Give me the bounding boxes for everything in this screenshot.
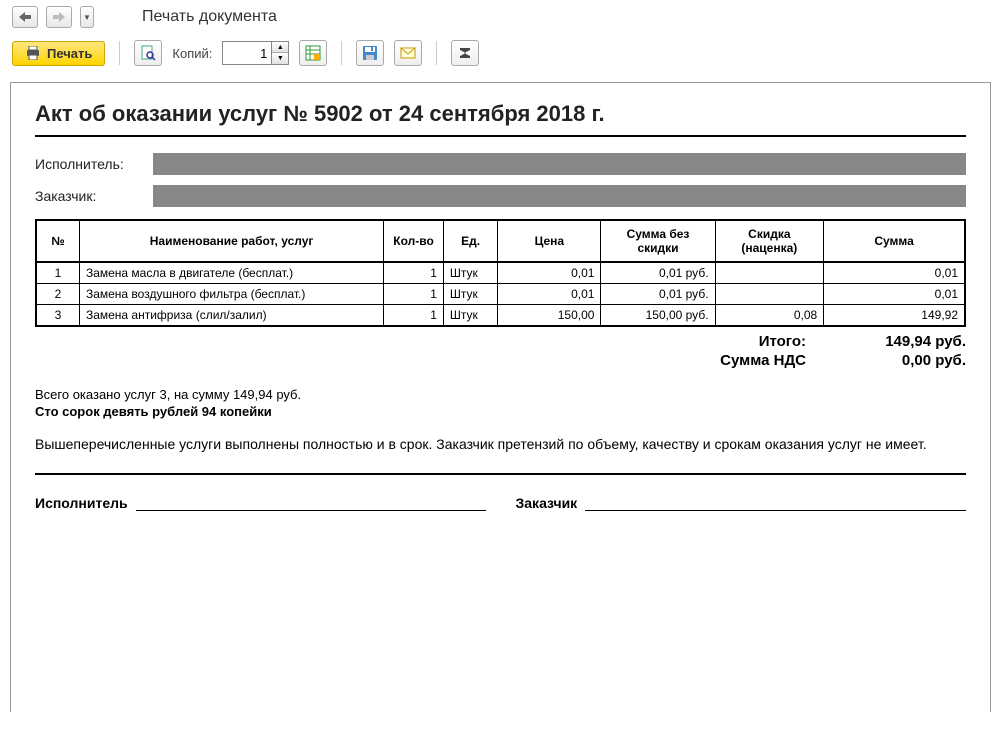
- executor-row: Исполнитель:: [35, 153, 966, 175]
- arrow-right-icon: [53, 12, 65, 22]
- envelope-icon: [400, 46, 416, 60]
- cell-name: Замена антифриза (слил/залил): [79, 305, 383, 327]
- document-area: Акт об оказании услуг № 5902 от 24 сентя…: [10, 82, 991, 712]
- customer-sig-line: [585, 493, 966, 511]
- summary-block: Всего оказано услуг 3, на сумму 149,94 р…: [35, 387, 966, 419]
- cell-num: 2: [36, 284, 79, 305]
- cell-name: Замена воздушного фильтра (бесплат.): [79, 284, 383, 305]
- customer-label: Заказчик:: [35, 188, 145, 204]
- cell-price: 0,01: [498, 284, 601, 305]
- cell-qty: 1: [384, 262, 444, 284]
- table-row: 1Замена масла в двигателе (бесплат.)1Шту…: [36, 262, 965, 284]
- cell-discount: 0,08: [715, 305, 824, 327]
- cell-discount: [715, 284, 824, 305]
- top-bar: ▼ Печать документа: [0, 0, 1001, 34]
- executor-sig-label: Исполнитель: [35, 495, 128, 511]
- cell-num: 1: [36, 262, 79, 284]
- toolbar: Печать Копий: ▲ ▼: [0, 34, 1001, 72]
- total-value: 149,94 руб.: [846, 333, 966, 350]
- sum-button[interactable]: [451, 40, 479, 66]
- cell-discount: [715, 262, 824, 284]
- cell-sum: 149,92: [824, 305, 965, 327]
- table-row: 3Замена антифриза (слил/залил)1Штук150,0…: [36, 305, 965, 327]
- separator: [341, 41, 342, 65]
- header-name: Наименование работ, услуг: [79, 220, 383, 262]
- header-num: №: [36, 220, 79, 262]
- cell-qty: 1: [384, 284, 444, 305]
- copies-spinner-down[interactable]: ▼: [272, 53, 288, 64]
- window-title: Печать документа: [142, 8, 277, 26]
- title-rule: [35, 135, 966, 137]
- nav-forward-button[interactable]: [46, 6, 72, 28]
- send-email-button[interactable]: [394, 40, 422, 66]
- print-button[interactable]: Печать: [12, 41, 105, 66]
- preview-button[interactable]: [134, 40, 162, 66]
- customer-signature: Заказчик: [516, 493, 967, 511]
- cell-price: 150,00: [498, 305, 601, 327]
- cell-unit: Штук: [443, 284, 497, 305]
- header-discount: Скидка (наценка): [715, 220, 824, 262]
- copies-spinner-up[interactable]: ▲: [272, 42, 288, 53]
- grid-edit-icon: [305, 45, 321, 61]
- save-button[interactable]: [356, 40, 384, 66]
- print-button-label: Печать: [47, 46, 92, 61]
- document-title: Акт об оказании услуг № 5902 от 24 сентя…: [35, 101, 966, 127]
- cell-qty: 1: [384, 305, 444, 327]
- executor-label: Исполнитель:: [35, 156, 145, 172]
- signature-rule: [35, 473, 966, 475]
- header-sum: Сумма: [824, 220, 965, 262]
- cell-unit: Штук: [443, 305, 497, 327]
- separator: [119, 41, 120, 65]
- cell-num: 3: [36, 305, 79, 327]
- nav-back-button[interactable]: [12, 6, 38, 28]
- cell-sum_no_discount: 0,01 руб.: [601, 284, 715, 305]
- separator: [436, 41, 437, 65]
- cell-unit: Штук: [443, 262, 497, 284]
- customer-field: [153, 185, 966, 207]
- summary-line1: Всего оказано услуг 3, на сумму 149,94 р…: [35, 387, 966, 402]
- copies-spinner: ▲ ▼: [272, 41, 289, 65]
- signatures-block: Исполнитель Заказчик: [35, 493, 966, 511]
- header-unit: Ед.: [443, 220, 497, 262]
- header-price: Цена: [498, 220, 601, 262]
- sigma-icon: [458, 46, 472, 60]
- floppy-icon: [362, 45, 378, 61]
- cell-price: 0,01: [498, 262, 601, 284]
- table-header-row: № Наименование работ, услуг Кол-во Ед. Ц…: [36, 220, 965, 262]
- cell-sum: 0,01: [824, 262, 965, 284]
- customer-sig-label: Заказчик: [516, 495, 578, 511]
- nav-history-dropdown[interactable]: ▼: [80, 6, 94, 28]
- header-sum-no-discount: Сумма без скидки: [601, 220, 715, 262]
- header-qty: Кол-во: [384, 220, 444, 262]
- executor-signature: Исполнитель: [35, 493, 486, 511]
- cell-name: Замена масла в двигателе (бесплат.): [79, 262, 383, 284]
- copies-input[interactable]: [222, 41, 272, 65]
- vat-value: 0,00 руб.: [846, 352, 966, 369]
- totals-block: Итого: 149,94 руб. Сумма НДС 0,00 руб.: [35, 333, 966, 369]
- disclaimer-text: Вышеперечисленные услуги выполнены полно…: [35, 435, 966, 455]
- executor-sig-line: [136, 493, 486, 511]
- edit-template-button[interactable]: [299, 40, 327, 66]
- cell-sum_no_discount: 0,01 руб.: [601, 262, 715, 284]
- magnifier-doc-icon: [140, 45, 156, 61]
- printer-icon: [25, 46, 41, 60]
- total-label: Итого:: [666, 333, 806, 350]
- summary-line2: Сто сорок девять рублей 94 копейки: [35, 404, 966, 419]
- vat-label: Сумма НДС: [666, 352, 806, 369]
- arrow-left-icon: [19, 12, 31, 22]
- executor-field: [153, 153, 966, 175]
- table-row: 2Замена воздушного фильтра (бесплат.)1Шт…: [36, 284, 965, 305]
- customer-row: Заказчик:: [35, 185, 966, 207]
- cell-sum: 0,01: [824, 284, 965, 305]
- copies-label: Копий:: [172, 46, 212, 61]
- chevron-down-icon: ▼: [83, 13, 91, 22]
- cell-sum_no_discount: 150,00 руб.: [601, 305, 715, 327]
- services-table: № Наименование работ, услуг Кол-во Ед. Ц…: [35, 219, 966, 327]
